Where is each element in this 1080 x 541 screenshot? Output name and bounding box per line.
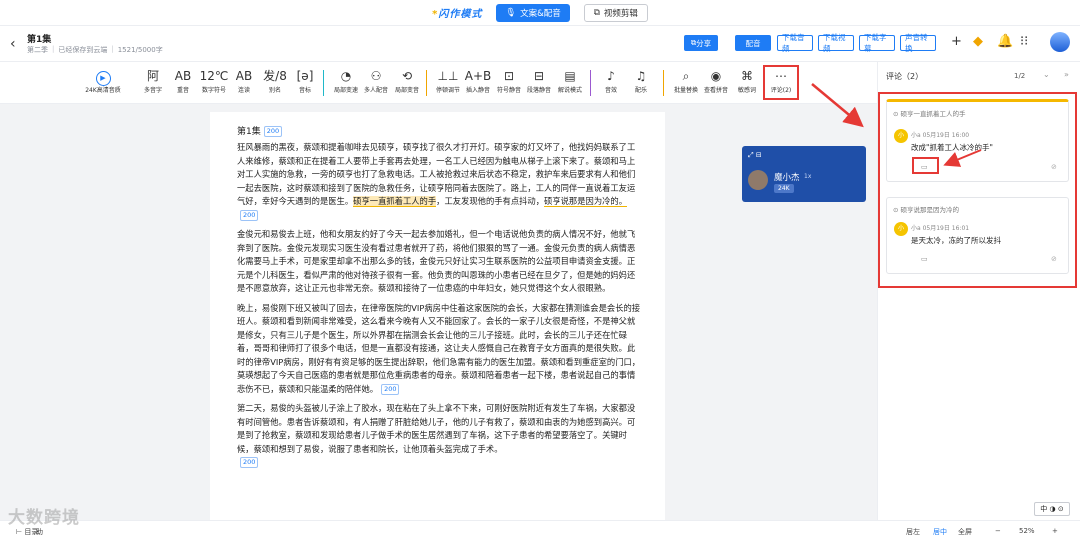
assistant-button[interactable]: 助	[36, 527, 43, 537]
tool-hd-quality[interactable]: ▶ 24K高清音质	[85, 67, 121, 94]
speaker-card[interactable]: ⤢ ⊟ 魔小杰 1x 24K	[742, 146, 866, 202]
zoom-out-icon[interactable]: −	[995, 527, 1001, 535]
tool-local-voice[interactable]: ⟲ 局部变音	[390, 67, 424, 94]
music-icon: ♫	[635, 69, 647, 83]
episode-meta: 第二季 | 已经保存到云端 | 1521/5000字	[27, 45, 163, 54]
commented-text-1[interactable]: 硕亨一直抓着工人的手	[353, 196, 437, 207]
word-count: 1521/5000字	[117, 46, 163, 54]
char-count-tag[interactable]: 200	[381, 383, 400, 395]
narration-icon: ▤	[564, 69, 576, 83]
season-label: 第二季	[27, 46, 48, 54]
bell-icon[interactable]: 🔔	[997, 34, 1013, 49]
sensitive-word-icon: ⌘	[741, 69, 753, 83]
comments-page: 1/2	[1014, 72, 1026, 80]
reply-highlight-box	[912, 157, 939, 174]
tab-video-editing[interactable]: ⧉ 视频剪辑	[583, 3, 648, 22]
char-count-tag[interactable]: 200	[263, 126, 283, 137]
local-speed-icon: ◔	[340, 69, 352, 83]
input-mode-floater[interactable]: 中 ◑ ⊙	[1034, 502, 1070, 516]
paragraph[interactable]: 晚上，易俊刚下班又被叫了回去，在律帝医院的VIP病房中住着这家医院的会长，大家都…	[237, 302, 641, 397]
save-status: 已经保存到云端	[58, 46, 108, 54]
liaison-icon: AB	[235, 69, 253, 83]
back-arrow-icon[interactable]: ‹	[10, 36, 16, 52]
multi-voice-icon: ⚇	[370, 69, 382, 83]
video-edit-icon: ⧉	[593, 7, 600, 18]
batch-replace-icon: ⌕	[682, 69, 690, 83]
view-pinyin-icon: ◉	[710, 69, 722, 83]
polyphone-icon: 阿	[146, 69, 159, 83]
speaker-name: 魔小杰	[774, 173, 800, 183]
status-bar: ⊢ 目录 助 居左 居中 全屏 − 52% +	[0, 520, 1080, 541]
comments-title: 评论（2）	[886, 72, 924, 81]
header: ‹ 第1集 第二季 | 已经保存到云端 | 1521/5000字 ⧉ 分享 配音…	[0, 26, 1080, 62]
script-document[interactable]: 第1集 200 狂风暴雨的黑夜，蔡颂和提着咖啡去见硕亨，硕亨找了很久才打开灯。硕亨…	[210, 112, 665, 520]
paragraph[interactable]: 狂风暴雨的黑夜，蔡颂和提着咖啡去见硕亨，硕亨找了很久才打开灯。硕亨家的灯又坏了，…	[237, 141, 641, 222]
phonetic-icon: [ə]	[296, 69, 314, 83]
share-button[interactable]: ⧉ 分享	[684, 35, 718, 51]
char-count-tag[interactable]: 200	[240, 457, 259, 468]
vip-diamond-icon[interactable]: ◆	[973, 34, 983, 49]
microphone-icon: 🎙	[505, 7, 517, 18]
pause-adjust-icon: ⊥⊥	[437, 69, 459, 83]
paragraph[interactable]: 第二天，易俊的头盔被儿子涂上了胶水，现在粘在了头上拿不下来，可刚好医院附近有发生…	[237, 402, 641, 470]
local-voice-icon: ⟲	[401, 69, 413, 83]
plus-icon[interactable]: +	[951, 34, 962, 49]
document-heading: 第1集 200	[237, 124, 641, 137]
tool-narration-mode[interactable]: ▤ 解说模式	[553, 67, 587, 94]
comment-tool-highlight-box	[763, 65, 799, 100]
user-avatar[interactable]	[1050, 32, 1070, 52]
align-bottom-button[interactable]: 居左	[906, 527, 920, 537]
align-center-button[interactable]: 居中	[933, 527, 947, 537]
speaker-speed: 1x	[804, 173, 812, 180]
zoom-in-icon[interactable]: +	[1052, 527, 1058, 535]
sound-effect-icon: ♪	[607, 69, 615, 83]
episode-title: 第1集	[27, 35, 52, 45]
quality-badge: 24K	[774, 184, 794, 193]
symbol-silence-icon: ⊡	[503, 69, 515, 83]
chevron-down-icon[interactable]: ⌄	[1043, 70, 1050, 79]
tool-phonetic[interactable]: [ə] 音标	[288, 67, 322, 94]
char-count-tag[interactable]: 200	[240, 209, 259, 221]
watermark-logo: 大数跨境	[8, 508, 80, 528]
collapse-panel-icon[interactable]: »	[1064, 70, 1069, 79]
paragraph-silence-icon: ⊟	[533, 69, 545, 83]
fullscreen-button[interactable]: 全屏	[958, 527, 972, 537]
dub-button[interactable]: 配音	[735, 35, 771, 51]
expand-icon[interactable]: ⤢ ⊟	[748, 151, 762, 160]
speaker-avatar	[748, 170, 768, 190]
apps-grid-icon[interactable]: ⁝⁝	[1020, 34, 1028, 49]
commented-text-2[interactable]: 硕亨说那是因为冷的。	[544, 196, 628, 207]
insert-silence-icon: A+B	[464, 69, 492, 83]
digit-symbol-icon: 12℃	[199, 69, 229, 83]
zoom-level: 52%	[1019, 527, 1035, 535]
download-audio-button[interactable]: 下载音频	[777, 33, 813, 53]
tab-script-dubbing[interactable]: 🎙 文案&配音	[496, 3, 570, 22]
voice-convert-button[interactable]: 声音转换	[900, 33, 936, 53]
play-circle-icon: ▶	[95, 71, 111, 86]
toolbar: ▶ 24K高清音质 阿 多音字 AB 重音 12℃ 数字符号 AB 连读 发/8…	[0, 62, 877, 104]
paragraph[interactable]: 金俊元和易俊去上班，他和女朋友约好了今天一起去参加婚礼，但一个电话说他负责的病人…	[237, 228, 641, 296]
app-logo: *闪作模式	[432, 9, 483, 20]
download-subtitle-button[interactable]: 下载字幕	[859, 33, 895, 53]
tool-music[interactable]: ♫ 配乐	[624, 67, 658, 94]
alias-icon: 发/8	[263, 69, 287, 83]
catalog-button[interactable]: ⊢ 目录	[16, 527, 38, 537]
mode-bar: *闪作模式 🎙 文案&配音 ⧉ 视频剪辑	[0, 0, 1080, 26]
stress-icon: AB	[174, 69, 192, 83]
comments-highlight-box	[878, 92, 1077, 288]
download-video-button[interactable]: 下载视频	[818, 33, 854, 53]
